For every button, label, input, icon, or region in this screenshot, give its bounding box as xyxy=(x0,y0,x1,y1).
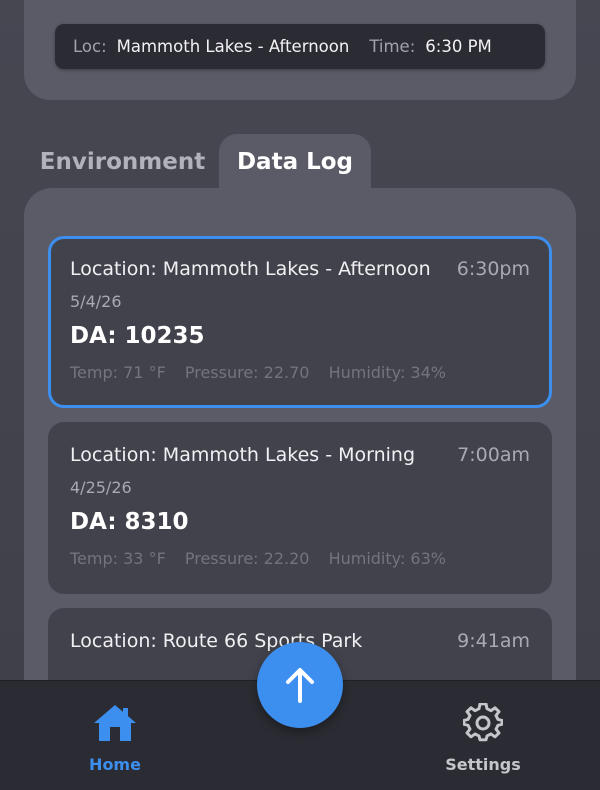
log-entry-card[interactable]: Location: Mammoth Lakes - Morning 7:00am… xyxy=(48,422,552,594)
entry-stats: Temp: 33 °F Pressure: 22.20 Humidity: 63… xyxy=(70,549,530,568)
time-label: Time: xyxy=(369,37,416,56)
entry-time: 7:00am xyxy=(457,444,530,466)
entry-date: 4/25/26 xyxy=(70,478,132,497)
entry-time: 6:30pm xyxy=(456,258,530,280)
entry-temp: Temp: 71 °F xyxy=(70,363,166,382)
app-screen: Loc: Mammoth Lakes - Afternoon Time: 6:3… xyxy=(0,0,600,790)
location-bar[interactable]: Loc: Mammoth Lakes - Afternoon Time: 6:3… xyxy=(55,24,545,69)
house-icon xyxy=(94,705,136,741)
arrow-up-icon xyxy=(286,668,314,703)
entry-pressure: Pressure: 22.70 xyxy=(184,363,310,382)
entry-time: 9:41am xyxy=(457,630,530,652)
nav-settings[interactable]: Settings xyxy=(423,703,543,774)
entry-temp: Temp: 33 °F xyxy=(70,549,166,568)
data-log-panel: Location: Mammoth Lakes - Afternoon 6:30… xyxy=(24,188,576,708)
upload-fab-button[interactable] xyxy=(257,642,343,728)
entry-pressure: Pressure: 22.20 xyxy=(184,549,310,568)
time-value: 6:30 PM xyxy=(425,37,492,56)
tab-environment[interactable]: Environment xyxy=(40,134,205,190)
entry-humidity: Humidity: 63% xyxy=(328,549,446,568)
entry-density-altitude: DA: 10235 xyxy=(70,323,205,349)
loc-label: Loc: xyxy=(73,37,107,56)
entry-location: Location: Mammoth Lakes - Afternoon xyxy=(70,258,431,280)
nav-home[interactable]: Home xyxy=(55,703,175,774)
entry-location: Location: Mammoth Lakes - Morning xyxy=(70,444,416,466)
entry-date: 5/4/26 xyxy=(70,292,122,311)
tab-data-log[interactable]: Data Log xyxy=(219,134,371,190)
entry-humidity: Humidity: 34% xyxy=(328,363,446,382)
nav-home-label: Home xyxy=(89,755,141,774)
gear-icon xyxy=(463,703,503,742)
entry-density-altitude: DA: 8310 xyxy=(70,509,189,535)
nav-settings-label: Settings xyxy=(445,755,521,774)
loc-value: Mammoth Lakes - Afternoon xyxy=(116,37,350,56)
log-entry-card[interactable]: Location: Mammoth Lakes - Afternoon 6:30… xyxy=(48,236,552,408)
entry-stats: Temp: 71 °F Pressure: 22.70 Humidity: 34… xyxy=(70,363,530,382)
